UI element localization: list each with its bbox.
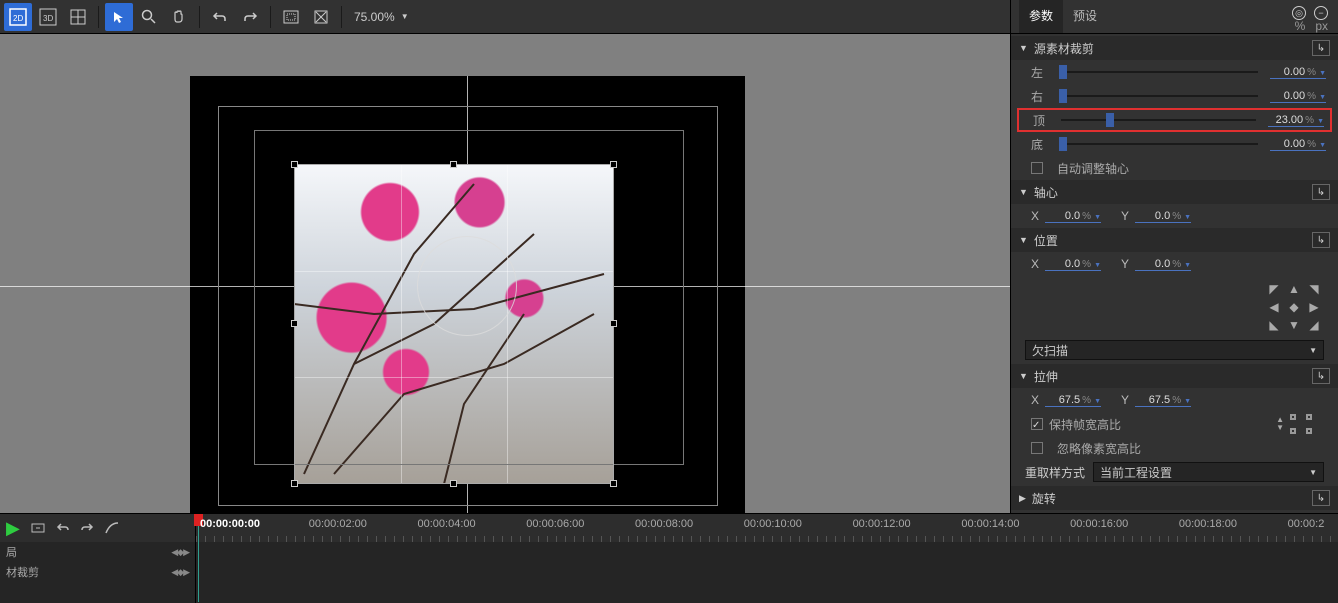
timecode-label: 00:00:2 [1288, 518, 1325, 530]
param-stretch-xy: X 67.5%▼ Y 67.5%▼ [1011, 388, 1338, 412]
value-position-y[interactable]: 0.0%▼ [1135, 258, 1191, 271]
handle-bc[interactable] [450, 480, 457, 487]
timecode-label: 00:00:18:00 [1179, 518, 1237, 530]
timeline-ruler[interactable]: 00:00:00:00 00:00:02:00 00:00:04:00 00:00:0… [196, 514, 1338, 542]
timecode-label: 00:00:12:00 [853, 518, 911, 530]
svg-text:2D: 2D [13, 14, 23, 23]
value-crop-bottom[interactable]: 0.00%▼ [1270, 138, 1326, 151]
zoom-select[interactable]: 75.00%▼ [348, 8, 413, 26]
timecode-label: 00:00:04:00 [418, 518, 476, 530]
param-auto-pivot[interactable]: 自动调整轴心 [1011, 156, 1338, 180]
mask-button[interactable] [307, 3, 335, 31]
track-row[interactable]: 材裁剪◀◆▶ [0, 562, 195, 582]
canvas-viewport[interactable] [0, 34, 1010, 513]
fullscreen-icon[interactable] [1290, 414, 1312, 434]
value-stretch-x[interactable]: 67.5%▼ [1045, 394, 1101, 407]
select-tool-button[interactable] [105, 3, 133, 31]
help-icon[interactable]: ◎ [1292, 6, 1306, 20]
timecode-label: 00:00:08:00 [635, 518, 693, 530]
resample-label: 重取样方式 [1025, 464, 1085, 481]
section-position[interactable]: ▼位置↳ [1011, 228, 1338, 252]
resample-select[interactable]: 当前工程设置▼ [1093, 462, 1324, 482]
track-area[interactable] [196, 542, 1338, 603]
handle-ml[interactable] [291, 320, 298, 327]
timeline-panel: ▶ 00:00:00:0000:00:02:0000:00:04:0000:00… [0, 513, 1338, 603]
param-crop-right: 右 0.00%▼ [1011, 84, 1338, 108]
handle-tc[interactable] [450, 161, 457, 168]
checkbox-keep-ratio[interactable] [1031, 418, 1043, 430]
param-crop-left: 左 0.00%▼ [1011, 60, 1338, 84]
value-pivot-y[interactable]: 0.0%▼ [1135, 210, 1191, 223]
handle-tl[interactable] [291, 161, 298, 168]
mode-3d-button[interactable]: 3D [34, 3, 62, 31]
curve-button[interactable] [104, 521, 120, 535]
add-keyframe-icon[interactable]: ↳ [1312, 40, 1330, 56]
timecode-label: 00:00:16:00 [1070, 518, 1128, 530]
handle-tr[interactable] [610, 161, 617, 168]
value-crop-right[interactable]: 0.00%▼ [1270, 90, 1326, 103]
add-keyframe-icon[interactable]: ↳ [1312, 368, 1330, 384]
track-row[interactable]: 局◀◆▶ [0, 542, 195, 562]
keyframe-nav-icon[interactable]: ◀◆▶ [171, 567, 189, 578]
timecode-label: 00:00:00:00 [200, 518, 260, 530]
slider-crop-left[interactable] [1059, 71, 1258, 73]
mode-2d-button[interactable]: 2D [4, 3, 32, 31]
section-crop-title: 源素材裁剪 [1034, 40, 1094, 57]
value-position-x[interactable]: 0.0%▼ [1045, 258, 1101, 271]
timecode-label: 00:00:02:00 [309, 518, 367, 530]
param-pivot-xy: X 0.0%▼ Y 0.0%▼ [1011, 204, 1338, 228]
tab-params[interactable]: 参数 [1019, 0, 1063, 33]
svg-text:3D: 3D [43, 14, 53, 23]
section-pivot[interactable]: ▼轴心↳ [1011, 180, 1338, 204]
handle-mr[interactable] [610, 320, 617, 327]
slider-crop-right[interactable] [1059, 95, 1258, 97]
unit-percent[interactable]: % [1295, 19, 1306, 33]
param-position-xy: X 0.0%▼ Y 0.0%▼ [1011, 252, 1338, 276]
timecode-label: 00:00:14:00 [961, 518, 1019, 530]
checkbox-auto-pivot[interactable] [1031, 162, 1043, 174]
value-pivot-x[interactable]: 0.0%▼ [1045, 210, 1101, 223]
tl-undo-button[interactable] [56, 522, 70, 534]
tl-redo-button[interactable] [80, 522, 94, 534]
timecode-label: 00:00:06:00 [526, 518, 584, 530]
section-rotate[interactable]: ▶旋转↳ [1011, 486, 1338, 510]
slider-crop-top[interactable] [1061, 119, 1256, 121]
add-keyframe-icon[interactable]: ↳ [1312, 184, 1330, 200]
value-stretch-y[interactable]: 67.5%▼ [1135, 394, 1191, 407]
safezone-button[interactable] [277, 3, 305, 31]
keyframe-nav-icon[interactable]: ◀◆▶ [171, 547, 189, 558]
grid-button[interactable] [64, 3, 92, 31]
handle-bl[interactable] [291, 480, 298, 487]
param-crop-top: 顶 23.00%▼ [1017, 108, 1332, 132]
slider-crop-bottom[interactable] [1059, 143, 1258, 145]
tab-presets[interactable]: 预设 [1063, 0, 1107, 33]
play-button[interactable]: ▶ [6, 518, 20, 539]
loop-button[interactable] [30, 521, 46, 535]
param-keep-ratio[interactable]: 保持帧宽高比 ▲▼ [1011, 412, 1338, 436]
add-keyframe-icon[interactable]: ↳ [1312, 232, 1330, 248]
settings-icon[interactable]: − [1314, 6, 1328, 20]
overscan-select[interactable]: 欠扫描▼ [1025, 340, 1324, 360]
transform-bounds[interactable] [294, 164, 614, 484]
properties-panel: 参数 预设 % px ▼源素材裁剪↳ 左 0.00%▼ 右 0.00%▼ 顶 2… [1010, 0, 1338, 513]
value-crop-top[interactable]: 23.00%▼ [1268, 114, 1324, 127]
handle-br[interactable] [610, 480, 617, 487]
param-ignore-par[interactable]: 忽略像素宽高比 [1011, 436, 1338, 460]
value-crop-left[interactable]: 0.00%▼ [1270, 66, 1326, 79]
viewer-toolbar: 2D 3D 75.00%▼ [0, 0, 1010, 34]
add-keyframe-icon[interactable]: ↳ [1312, 490, 1330, 506]
zoom-tool-button[interactable] [135, 3, 163, 31]
timecode-label: 00:00:10:00 [744, 518, 802, 530]
hand-tool-button[interactable] [165, 3, 193, 31]
sort-icon[interactable]: ▲▼ [1276, 416, 1284, 432]
undo-button[interactable] [206, 3, 234, 31]
checkbox-ignore-par[interactable] [1031, 442, 1043, 454]
section-stretch[interactable]: ▼拉伸↳ [1011, 364, 1338, 388]
section-crop[interactable]: ▼源素材裁剪↳ [1011, 36, 1338, 60]
unit-pixels[interactable]: px [1315, 19, 1328, 33]
redo-button[interactable] [236, 3, 264, 31]
nudge-pad[interactable]: ◤▲◥ ◀◆▶ ◣▼◢ [1264, 280, 1324, 334]
param-crop-bottom: 底 0.00%▼ [1011, 132, 1338, 156]
